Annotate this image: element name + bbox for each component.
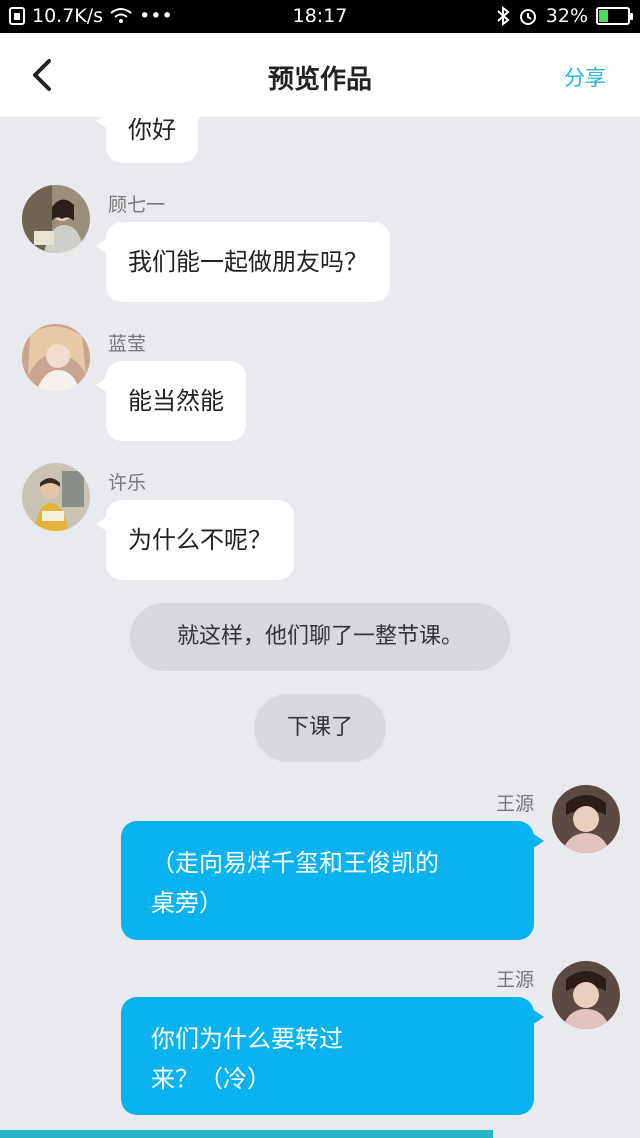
avatar-image: [22, 463, 90, 531]
share-button[interactable]: 分享: [564, 62, 606, 92]
avatar-image: [22, 324, 90, 392]
sender-name: 蓝莹: [108, 333, 147, 355]
avatar[interactable]: [552, 785, 620, 853]
alarm-icon: [518, 6, 538, 26]
message-bubble: 为什么不呢？: [96, 500, 294, 580]
battery-percent: 32%: [545, 5, 588, 27]
message-text-line: 你们为什么要转过: [151, 1025, 343, 1053]
avatar[interactable]: [22, 185, 90, 253]
narration-bubble: 下课了: [254, 694, 386, 762]
page-title: 预览作品: [267, 65, 372, 95]
header: 预览作品 分享: [0, 33, 640, 117]
avatar[interactable]: [22, 324, 90, 392]
avatar[interactable]: [552, 961, 620, 1029]
message-bubble: （走向易烊千玺和王俊凯的 桌旁）: [121, 821, 544, 940]
battery-fill: [599, 10, 608, 22]
message-bubble: 你们为什么要转过 来？（冷）: [121, 997, 544, 1115]
progress-track: [0, 1130, 640, 1138]
avatar-image: [552, 961, 620, 1029]
status-right: 32%: [496, 5, 633, 27]
progress-bar: [0, 1130, 493, 1138]
sender-name: 许乐: [108, 472, 147, 494]
message-text: 能当然能: [128, 387, 224, 415]
status-bar: 10.7K/s ••• 18:17 32%: [0, 0, 640, 33]
battery-icon: [596, 7, 633, 25]
chat-list[interactable]: 你好 顾七一 我们能一起做朋友吗？ 蓝莹 能当然能 许乐 为什么不呢？ 就这样，…: [0, 117, 640, 1138]
message-text-line: 来？（冷）: [151, 1065, 271, 1093]
message-text-line: 桌旁）: [151, 889, 223, 917]
avatar-image: [22, 185, 90, 253]
bluetooth-icon: [496, 6, 510, 26]
message-bubble: 能当然能: [96, 361, 246, 441]
sender-name: 王源: [495, 793, 534, 815]
narration-bubble: 就这样，他们聊了一整节课。: [130, 603, 510, 671]
message-text-line: （走向易烊千玺和王俊凯的: [151, 849, 439, 877]
avatar-image: [552, 785, 620, 853]
message-text: 你好: [128, 117, 176, 144]
message-bubble: 我们能一起做朋友吗？: [96, 222, 390, 302]
message-text: 我们能一起做朋友吗？: [128, 248, 368, 276]
message-text: 为什么不呢？: [128, 526, 272, 554]
sender-name: 顾七一: [108, 194, 166, 216]
avatar[interactable]: [22, 463, 90, 531]
message-bubble: 你好: [96, 117, 198, 163]
sender-name: 王源: [495, 969, 534, 991]
